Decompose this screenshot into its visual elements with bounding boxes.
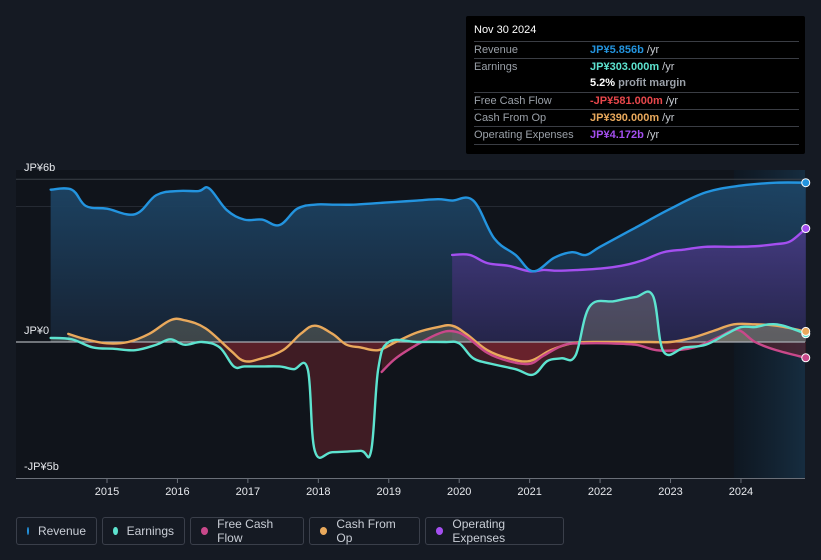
tooltip-row-margin: 5.2% profit margin <box>474 75 799 92</box>
earnings-dot-icon <box>113 527 118 535</box>
x-tick-label: 2021 <box>517 486 541 498</box>
tooltip-value: JP¥4.172b /yr <box>590 127 659 144</box>
tooltip-row-opex: Operating Expenses JP¥4.172b /yr <box>474 126 799 145</box>
legend-label: Operating Expenses <box>452 517 506 545</box>
opex-value: JP¥4.172b <box>590 129 644 141</box>
x-tick-label: 2019 <box>377 486 401 498</box>
cash-from-op-end-point <box>801 326 811 336</box>
tooltip-label: Earnings <box>474 61 518 73</box>
tooltip-row-cfo: Cash From Op JP¥390.000m /yr <box>474 109 799 127</box>
tooltip-date: Nov 30 2024 <box>474 24 537 36</box>
value-suffix: /yr <box>659 112 675 124</box>
x-tick-label: 2016 <box>165 486 189 498</box>
tooltip-label: Operating Expenses <box>474 129 574 141</box>
cash-from-op-dot-icon <box>320 527 328 535</box>
legend-item-cash-from-op[interactable]: Cash From Op <box>309 517 420 545</box>
x-tick-label: 2017 <box>236 486 260 498</box>
value-suffix: /yr <box>662 95 679 107</box>
tooltip: Nov 30 2024 Revenue JP¥5.856b /yr Earnin… <box>466 16 805 154</box>
tooltip-row-earnings: Earnings JP¥303.000m /yr <box>474 58 799 76</box>
tooltip-row-revenue: Revenue JP¥5.856b /yr <box>474 41 799 59</box>
x-tick-label: 2024 <box>729 486 753 498</box>
legend-item-earnings[interactable]: Earnings <box>102 517 185 545</box>
x-tick-label: 2020 <box>447 486 471 498</box>
tooltip-label: Revenue <box>474 44 519 56</box>
fcf-value: -JP¥581.000m <box>590 95 663 107</box>
tooltip-value: JP¥303.000m /yr <box>590 59 674 76</box>
tooltip-label: Free Cash Flow <box>474 95 552 107</box>
y-tick-label-bottom: -JP¥5b <box>24 461 59 473</box>
tooltip-label: Cash From Op <box>474 112 547 124</box>
tooltip-value: 5.2% profit margin <box>590 75 686 92</box>
x-tick-label: 2018 <box>306 486 330 498</box>
free-cash-flow-end-point <box>801 353 811 363</box>
value-suffix: /yr <box>643 44 660 56</box>
legend-label: Revenue <box>37 524 86 538</box>
profit-margin-value: 5.2% <box>590 77 616 89</box>
revenue-dot-icon <box>27 527 29 535</box>
tooltip-value: JP¥5.856b /yr <box>590 42 659 59</box>
cfo-value: JP¥390.000m <box>590 112 660 124</box>
legend-item-operating-expenses[interactable]: Operating Expenses <box>425 517 564 545</box>
revenue-value: JP¥5.856b <box>590 44 644 56</box>
value-suffix: /yr <box>659 61 675 73</box>
legend-item-revenue[interactable]: Revenue <box>16 517 97 545</box>
y-tick-label-zero: JP¥0 <box>24 325 49 337</box>
value-suffix: /yr <box>643 129 660 141</box>
x-tick-label: 2022 <box>588 486 612 498</box>
free-cash-flow-dot-icon <box>201 527 209 535</box>
operating-expenses-end-point <box>801 224 811 234</box>
operating-expenses-dot-icon <box>436 527 444 535</box>
tooltip-value: -JP¥581.000m /yr <box>590 93 678 110</box>
legend-label: Free Cash Flow <box>217 517 274 545</box>
legend-label: Earnings <box>126 524 174 538</box>
x-tick-label: 2023 <box>658 486 682 498</box>
profit-margin-label: profit margin <box>615 77 686 89</box>
legend-item-free-cash-flow[interactable]: Free Cash Flow <box>190 517 304 545</box>
x-tick-label: 2015 <box>95 486 119 498</box>
revenue-end-point <box>801 178 811 188</box>
earnings-value: JP¥303.000m <box>590 61 660 73</box>
legend-label: Cash From Op <box>336 517 396 545</box>
y-tick-label-top: JP¥6b <box>24 162 55 174</box>
tooltip-row-fcf: Free Cash Flow -JP¥581.000m /yr <box>474 92 799 110</box>
tooltip-value: JP¥390.000m /yr <box>590 110 674 127</box>
